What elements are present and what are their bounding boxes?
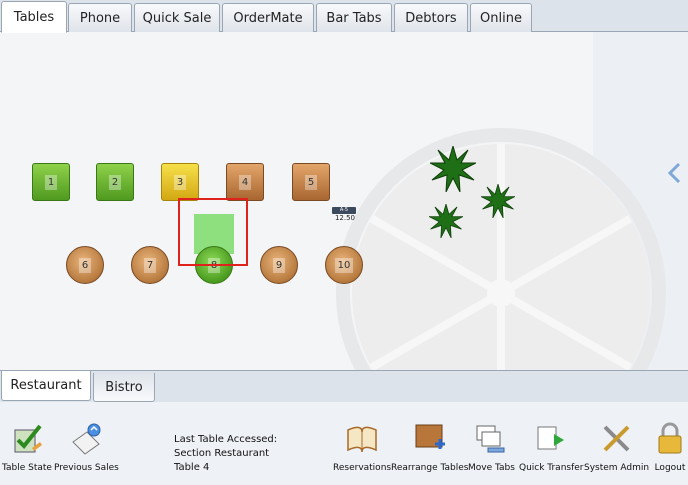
table-number: 3 [173, 174, 187, 190]
table-5[interactable]: 5 [292, 163, 330, 201]
table-number: 2 [108, 174, 122, 190]
previous-sales-button[interactable]: Previous Sales [54, 422, 119, 473]
tab-debtors[interactable]: Debtors [394, 3, 468, 32]
transfer-icon [537, 426, 565, 450]
last-table-info: Last Table Accessed: Section Restaurant … [174, 433, 277, 475]
table-10[interactable]: 10 [325, 246, 363, 284]
table-number: 7 [143, 257, 157, 273]
plant-icon [429, 204, 463, 238]
logout-label: Logout [654, 463, 686, 473]
table-number: 9 [272, 257, 286, 273]
previous-sales-label: Previous Sales [54, 463, 119, 473]
section-tab-restaurant[interactable]: Restaurant [1, 371, 91, 401]
last-table-heading: Last Table Accessed: [174, 434, 278, 445]
section-tab-bistro[interactable]: Bistro [93, 373, 155, 402]
reservations-label: Reservations [333, 463, 392, 473]
quick-transfer-button[interactable]: Quick Transfer [519, 422, 584, 473]
rearrange-tables-label: Rearrange Tables [391, 463, 469, 473]
wrench-screwdriver-icon [603, 425, 629, 452]
last-table-section: Section Restaurant [174, 448, 270, 459]
table-3[interactable]: 3 [161, 163, 199, 201]
tab-ordermate[interactable]: OrderMate [222, 3, 314, 32]
move-tabs-button[interactable]: Move Tabs [468, 422, 515, 473]
tab-badge-amount: 12.50 [334, 214, 356, 222]
tab-bar-tabs[interactable]: Bar Tabs [316, 3, 392, 32]
logout-button[interactable]: Logout [653, 422, 687, 473]
quick-transfer-label: Quick Transfer [519, 463, 584, 473]
chevron-left-icon[interactable] [666, 162, 682, 184]
main-tab-bar: Tables Phone Quick Sale OrderMate Bar Ta… [0, 0, 688, 33]
table-number: 10 [334, 257, 354, 273]
move-tabs-label: Move Tabs [468, 463, 515, 473]
table-1[interactable]: 1 [32, 163, 70, 201]
rearrange-icon [415, 424, 445, 449]
checklist-icon [14, 424, 42, 453]
rearrange-tables-button[interactable]: Rearrange Tables [391, 422, 468, 473]
table-9[interactable]: 9 [260, 246, 298, 284]
bottom-toolbar: Table State Previous Sales Last Table Ac… [0, 402, 688, 485]
reservations-button[interactable]: Reservations [333, 422, 391, 473]
table-7[interactable]: 7 [131, 246, 169, 284]
selection-outline [178, 198, 248, 266]
tab-tables[interactable]: Tables [1, 1, 67, 33]
table-state-button[interactable]: Table State [2, 422, 52, 473]
tab-badge: A·5 12.50 [332, 207, 356, 222]
floor-plan [0, 32, 688, 370]
last-table-name: Table 4 [174, 462, 210, 473]
table-number: 6 [78, 257, 92, 273]
document-history-icon [72, 423, 101, 455]
table-2[interactable]: 2 [96, 163, 134, 201]
lock-icon [658, 422, 682, 454]
table-number: 1 [44, 174, 58, 190]
tab-online[interactable]: Online [470, 3, 532, 32]
tab-badge-label: A·5 [332, 207, 356, 214]
table-number: 5 [304, 174, 318, 190]
plant-icon [430, 146, 476, 192]
plant-icon [481, 184, 515, 218]
book-icon [347, 426, 377, 453]
tab-quick-sale[interactable]: Quick Sale [134, 3, 220, 32]
system-admin-label: System Admin [584, 463, 650, 473]
table-6[interactable]: 6 [66, 246, 104, 284]
table-4[interactable]: 4 [226, 163, 264, 201]
move-tabs-icon [476, 425, 505, 453]
table-number: 4 [238, 174, 252, 190]
table-state-label: Table State [2, 463, 52, 473]
lime-watermark-segments [352, 144, 650, 370]
section-tab-bar: Restaurant Bistro [0, 370, 688, 402]
tab-phone[interactable]: Phone [68, 3, 132, 32]
system-admin-button[interactable]: System Admin [584, 422, 649, 473]
